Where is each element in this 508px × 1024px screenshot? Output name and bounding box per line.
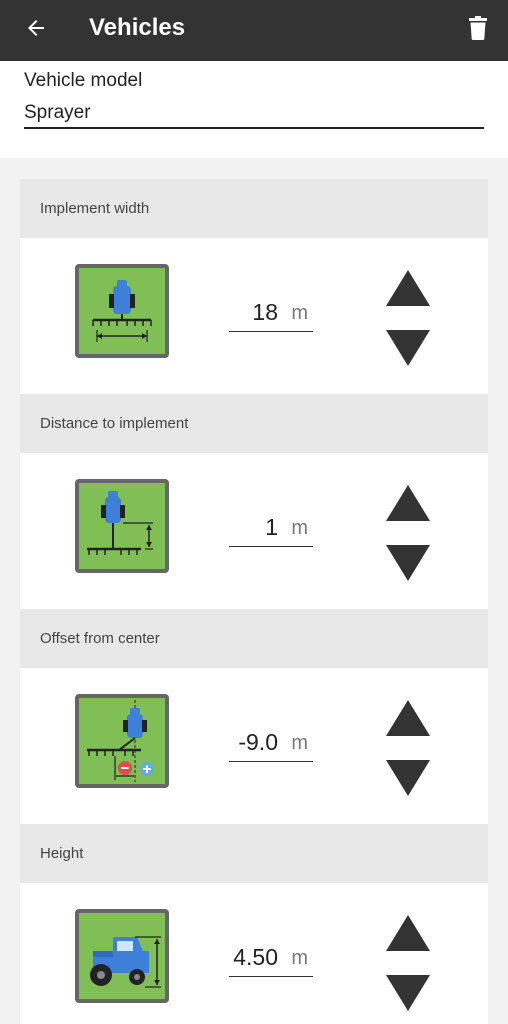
height-card: Height 4.50 m xyxy=(20,824,488,1024)
decrease-arrow-icon[interactable] xyxy=(384,758,432,798)
increase-arrow-icon[interactable] xyxy=(384,483,432,523)
vehicle-model-label: Vehicle model xyxy=(24,70,143,91)
app-bar: Vehicles xyxy=(0,0,508,61)
distance-to-implement-illustration xyxy=(75,479,169,573)
card-header: Height xyxy=(20,824,488,883)
offset-from-center-illustration xyxy=(75,694,169,788)
card-body: 4.50 m xyxy=(20,883,488,1024)
decrease-arrow-icon[interactable] xyxy=(384,973,432,1013)
vehicle-model-input[interactable] xyxy=(24,99,484,129)
implement-width-illustration xyxy=(75,264,169,358)
value-display[interactable]: 18 m xyxy=(229,296,313,332)
page-title: Vehicles xyxy=(89,14,186,41)
arrow-left-icon xyxy=(28,20,44,36)
card-header: Offset from center xyxy=(20,609,488,668)
card-title: Offset from center xyxy=(40,630,160,647)
value-display[interactable]: 4.50 m xyxy=(229,941,313,977)
unit-text: m xyxy=(291,302,308,324)
unit-text: m xyxy=(291,947,308,969)
vehicle-model-panel: Vehicle model xyxy=(0,61,508,158)
card-title: Implement width xyxy=(40,200,150,217)
unit-text: m xyxy=(291,517,308,539)
increase-arrow-icon[interactable] xyxy=(384,913,432,953)
card-body: 1 m xyxy=(20,453,488,609)
increase-arrow-icon[interactable] xyxy=(384,268,432,308)
value-display[interactable]: -9.0 m xyxy=(229,726,313,762)
value-text: -9.0 xyxy=(238,729,278,755)
implement-width-card: Implement width 18 m xyxy=(20,179,488,394)
trash-icon xyxy=(469,16,487,40)
value-text: 4.50 xyxy=(233,944,278,970)
back-button[interactable] xyxy=(18,10,54,46)
card-header: Distance to implement xyxy=(20,394,488,453)
distance-to-implement-card: Distance to implement 1 m xyxy=(20,394,488,609)
card-title: Distance to implement xyxy=(40,415,189,432)
card-body: 18 m xyxy=(20,238,488,394)
delete-button[interactable] xyxy=(462,10,494,46)
value-text: 18 xyxy=(252,299,278,325)
card-header: Implement width xyxy=(20,179,488,238)
tractor-height-illustration xyxy=(75,909,169,1003)
card-body: -9.0 m xyxy=(20,668,488,824)
value-display[interactable]: 1 m xyxy=(229,511,313,547)
decrease-arrow-icon[interactable] xyxy=(384,543,432,583)
increase-arrow-icon[interactable] xyxy=(384,698,432,738)
value-text: 1 xyxy=(265,514,278,540)
card-title: Height xyxy=(40,845,84,862)
unit-text: m xyxy=(291,732,308,754)
offset-from-center-card: Offset from center -9.0 m xyxy=(20,609,488,824)
decrease-arrow-icon[interactable] xyxy=(384,328,432,368)
